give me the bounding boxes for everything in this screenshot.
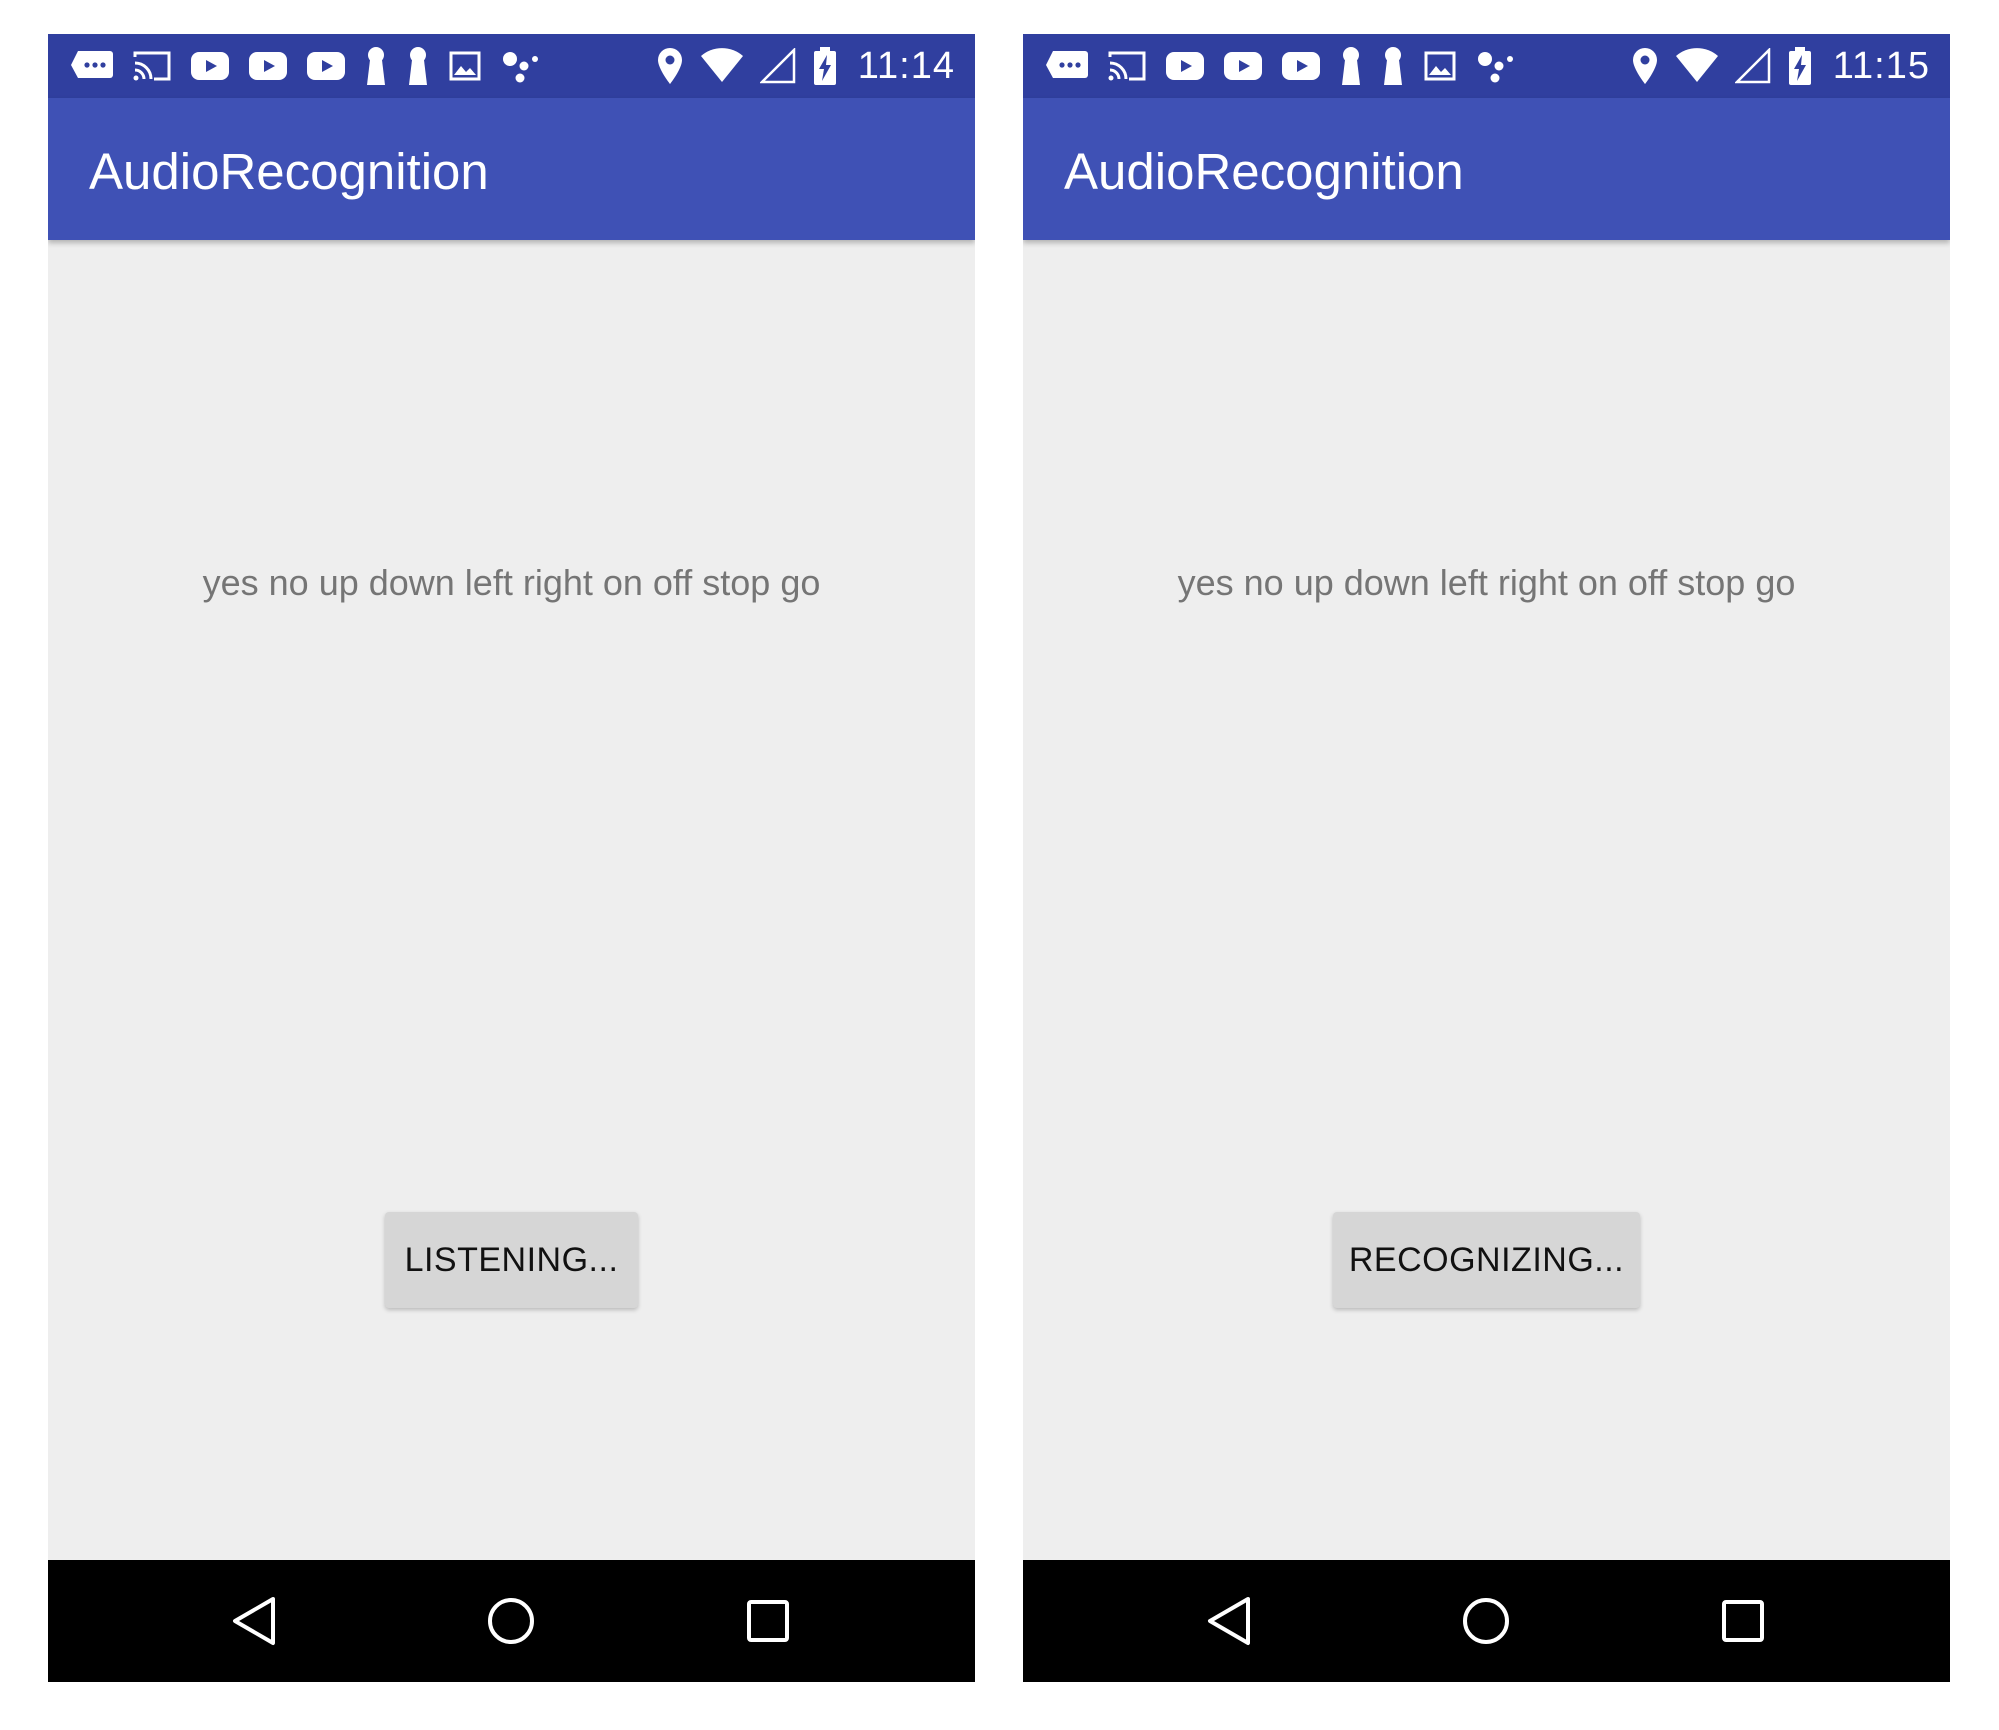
app-title: AudioRecognition xyxy=(89,143,489,200)
recents-icon[interactable] xyxy=(738,1591,798,1651)
cast-icon xyxy=(1107,49,1147,83)
cell-signal-icon xyxy=(1733,46,1771,84)
notification-icons xyxy=(70,46,540,86)
status-bar: 11:14 xyxy=(48,34,975,98)
wifi-icon xyxy=(700,48,744,84)
system-icons: 11:14 xyxy=(656,44,955,88)
navigation-bar xyxy=(1023,1560,1950,1682)
keyhole-icon xyxy=(1339,46,1363,86)
keyhole-icon xyxy=(364,46,388,86)
listening-button[interactable]: LISTENING... xyxy=(385,1212,638,1308)
system-icons: 11:15 xyxy=(1631,44,1930,88)
notification-icons xyxy=(1045,46,1515,86)
location-icon xyxy=(1631,47,1659,85)
status-time: 11:15 xyxy=(1832,44,1930,87)
phone-screen-recognizing: 11:15 AudioRecognition yes no up down le… xyxy=(1023,34,1950,1682)
status-bar: 11:15 xyxy=(1023,34,1950,98)
youtube-icon xyxy=(306,51,346,81)
phone-screen-listening: 11:14 AudioRecognition yes no up down le… xyxy=(48,34,975,1682)
home-icon[interactable] xyxy=(1456,1591,1516,1651)
youtube-icon xyxy=(1165,51,1205,81)
app-bar: AudioRecognition xyxy=(1023,98,1950,240)
back-icon[interactable] xyxy=(224,1591,284,1651)
keyhole-icon xyxy=(406,46,430,86)
command-words-label: yes no up down left right on off stop go xyxy=(202,562,821,603)
messages-icon xyxy=(1045,49,1089,83)
youtube-icon xyxy=(1223,51,1263,81)
command-words-label: yes no up down left right on off stop go xyxy=(1177,562,1796,603)
navigation-bar xyxy=(48,1560,975,1682)
keyhole-icon xyxy=(1381,46,1405,86)
recents-icon[interactable] xyxy=(1713,1591,1773,1651)
app-bar: AudioRecognition xyxy=(48,98,975,240)
cast-icon xyxy=(132,49,172,83)
image-icon xyxy=(1423,50,1457,82)
messages-icon xyxy=(70,49,114,83)
battery-charging-icon xyxy=(1787,46,1813,86)
wifi-icon xyxy=(1675,48,1719,84)
cell-signal-icon xyxy=(758,46,796,84)
youtube-icon xyxy=(1281,51,1321,81)
status-time: 11:14 xyxy=(857,44,955,87)
image-icon xyxy=(448,50,482,82)
recognizing-button[interactable]: RECOGNIZING... xyxy=(1333,1212,1640,1308)
back-icon[interactable] xyxy=(1199,1591,1259,1651)
youtube-icon xyxy=(248,51,288,81)
dots-icon xyxy=(1475,49,1515,83)
app-title: AudioRecognition xyxy=(1064,143,1464,200)
home-icon[interactable] xyxy=(481,1591,541,1651)
dots-icon xyxy=(500,49,540,83)
youtube-icon xyxy=(190,51,230,81)
battery-charging-icon xyxy=(812,46,838,86)
location-icon xyxy=(656,47,684,85)
